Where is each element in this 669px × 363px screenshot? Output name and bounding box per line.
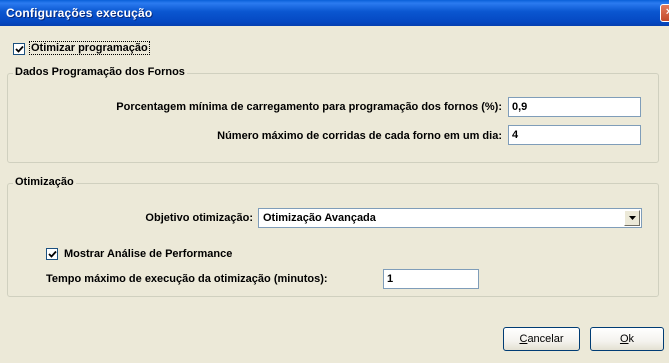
dados-programacao-group xyxy=(7,73,659,163)
performance-label[interactable]: Mostrar Análise de Performance xyxy=(64,248,232,260)
objetivo-label: Objetivo otimização: xyxy=(145,212,253,224)
optimize-label[interactable]: Otimizar programação xyxy=(29,41,150,55)
title-bar[interactable]: Configurações execução × xyxy=(0,0,669,26)
ok-label: k xyxy=(628,333,635,345)
chevron-down-icon xyxy=(629,216,636,220)
pct-min-label: Porcentagem mínima de carregamento para … xyxy=(116,101,502,113)
cancel-label: ancelar xyxy=(527,333,564,345)
dropdown-button[interactable] xyxy=(624,210,640,226)
otimizacao-legend: Otimização xyxy=(13,176,76,188)
dialog-window: Configurações execução × Otimizar progra… xyxy=(0,0,669,363)
ok-button[interactable]: Ok xyxy=(590,327,664,351)
ok-accesskey: O xyxy=(619,333,629,345)
pct-min-input[interactable]: 0,9 xyxy=(508,97,641,117)
performance-checkbox[interactable] xyxy=(46,248,58,260)
window-title: Configurações execução xyxy=(6,6,153,20)
optimize-checkbox[interactable] xyxy=(13,43,25,55)
objetivo-select[interactable]: Otimização Avançada xyxy=(258,208,642,228)
tempo-maximo-label: Tempo máximo de execução da otimização (… xyxy=(46,273,328,285)
checkmark-icon xyxy=(15,45,24,53)
close-button[interactable]: × xyxy=(660,4,669,22)
tempo-maximo-input[interactable]: 1 xyxy=(383,269,479,289)
dados-programacao-legend: Dados Programação dos Fornos xyxy=(13,66,187,78)
max-corridas-input[interactable]: 4 xyxy=(508,125,641,145)
cancel-button[interactable]: Cancelar xyxy=(503,327,580,351)
objetivo-value: Otimização Avançada xyxy=(263,212,376,224)
checkmark-icon xyxy=(48,250,57,258)
max-corridas-label: Número máximo de corridas de cada forno … xyxy=(217,130,502,142)
